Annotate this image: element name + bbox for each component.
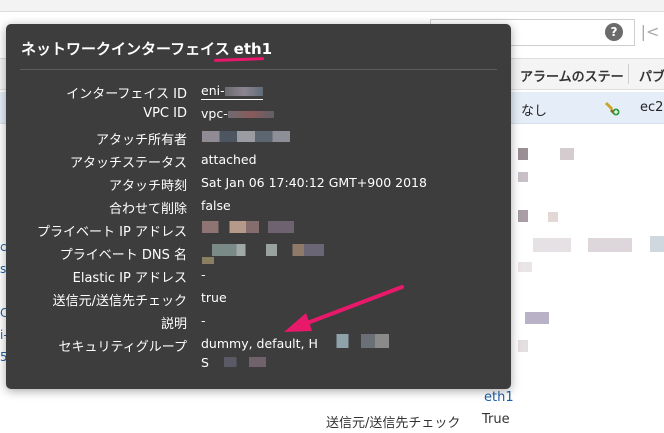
cell-public-dns: ec2- — [640, 100, 664, 115]
annotation-underline — [213, 57, 265, 62]
blurred-content — [518, 172, 528, 182]
network-interface-popover: ネットワークインターフェイス eth1 インターフェイス ID eni- VPC … — [6, 24, 511, 389]
popover-title-text: ネットワークインターフェイス — [21, 40, 230, 58]
description-value: - — [201, 313, 206, 328]
attachment-owner-label: アタッチ所有者 — [95, 133, 187, 148]
delete-on-termination-value: false — [201, 198, 231, 213]
attachment-owner-redacted — [202, 131, 290, 142]
private-ip-label: プライベート IP アドレス — [37, 225, 187, 240]
vpc-id-text: vpc- — [201, 106, 228, 121]
redacted-block — [224, 357, 266, 367]
popover-title: ネットワークインターフェイス eth1 — [21, 38, 272, 59]
popover-divider — [20, 69, 497, 70]
elastic-ip-value: - — [201, 267, 206, 282]
description-label: 説明 — [160, 317, 187, 332]
first-page-icon[interactable]: |< — [640, 20, 660, 44]
interface-id-value[interactable]: eni- — [201, 83, 263, 100]
private-dns-redacted — [212, 244, 324, 256]
security-groups-label: セキュリティグループ — [58, 340, 187, 355]
cell-alarm-status: なし — [521, 104, 548, 119]
vpc-id-value[interactable]: vpc- — [201, 106, 274, 121]
blurred-content — [588, 238, 632, 252]
vpc-id-label: VPC ID — [143, 106, 187, 121]
attachment-status-label: アタッチステータス — [69, 156, 187, 171]
blurred-content — [518, 262, 532, 272]
interface-id-label: インターフェイス ID — [66, 87, 187, 102]
redacted-block — [227, 111, 274, 118]
source-dest-check-label: 送信元/送信先チェック — [326, 416, 461, 431]
delete-on-termination-label: 合わせて削除 — [108, 202, 187, 217]
column-header-alarm-status[interactable]: アラームのステー — [520, 66, 624, 85]
blurred-content — [518, 210, 528, 222]
source-dest-check-value: True — [482, 412, 510, 427]
blurred-content — [525, 312, 549, 324]
blurred-content — [650, 236, 664, 252]
source-dest-check-popover-label: 送信元/送信先チェック — [52, 294, 187, 309]
browser-top-strip — [0, 0, 664, 12]
column-header-public-dns[interactable]: パブ — [639, 66, 664, 85]
attachment-time-label: アタッチ時刻 — [108, 179, 187, 194]
eth1-link[interactable]: eth1 — [484, 390, 514, 405]
help-icon[interactable]: ? — [605, 23, 623, 41]
source-dest-check-popover-value: true — [201, 290, 227, 305]
security-groups-value[interactable]: dummy, default, H — [201, 336, 318, 351]
private-dns-label: プライベート DNS 名 — [59, 248, 187, 263]
security-groups-redacted — [319, 334, 389, 348]
blurred-content — [548, 212, 558, 222]
create-alarm-icon[interactable] — [604, 100, 620, 116]
blurred-content — [518, 148, 528, 160]
redacted-block — [202, 257, 214, 264]
security-groups-text: dummy, default, H — [201, 336, 318, 351]
redacted-block — [224, 87, 263, 96]
blurred-content — [533, 238, 571, 252]
blurred-content — [518, 340, 528, 352]
attachment-status-value: attached — [201, 152, 257, 167]
blurred-content — [560, 148, 574, 160]
private-ip-redacted — [202, 221, 294, 233]
attachment-time-value: Sat Jan 06 17:40:12 GMT+900 2018 — [201, 175, 427, 190]
security-groups-value-line2: S — [201, 355, 209, 370]
column-divider — [628, 64, 629, 84]
interface-id-text: eni- — [201, 83, 225, 98]
elastic-ip-label: Elastic IP アドレス — [72, 271, 187, 286]
popover-title-eth: eth1 — [233, 40, 273, 58]
